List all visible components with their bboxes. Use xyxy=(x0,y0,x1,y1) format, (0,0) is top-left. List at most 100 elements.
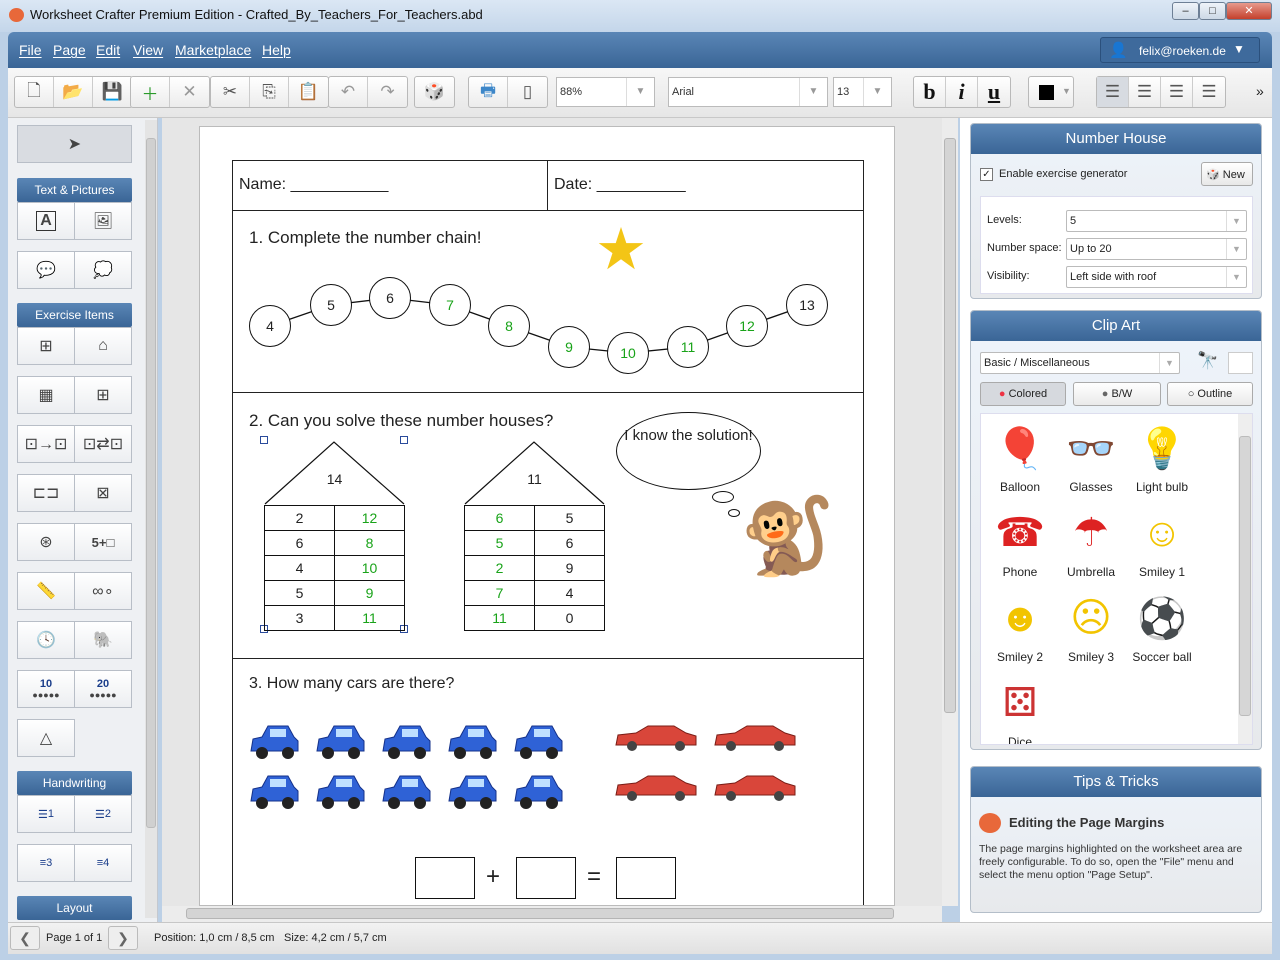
blue-car-clipart[interactable] xyxy=(380,773,431,809)
house-cell[interactable]: 5 xyxy=(464,530,535,556)
arrow-chain-2-icon[interactable]: ⊡⇄⊡ xyxy=(74,425,132,463)
mode-outline-button[interactable]: ○ Outline xyxy=(1167,382,1253,406)
blue-car-clipart[interactable] xyxy=(314,773,365,809)
dice-icon[interactable]: 🎲 xyxy=(415,77,454,107)
open-folder-icon[interactable]: 📂 xyxy=(54,77,93,107)
levels-select[interactable]: 5 ▼ xyxy=(1066,210,1247,232)
answer-box[interactable] xyxy=(415,857,475,899)
toolbar-overflow-button[interactable]: » xyxy=(1256,83,1264,99)
close-button[interactable]: ✕ xyxy=(1226,2,1272,20)
chain-circle[interactable]: 4 xyxy=(249,305,291,347)
house-cell[interactable]: 2 xyxy=(464,555,535,581)
chain-circle[interactable]: 6 xyxy=(369,277,411,319)
chevron-down-icon[interactable]: ▼ xyxy=(1233,42,1245,56)
house-cell[interactable]: 8 xyxy=(334,530,405,556)
enable-generator-checkbox[interactable]: ✓ xyxy=(980,168,993,181)
clip-art-item[interactable]: ☹ Smiley 3 xyxy=(1056,590,1126,664)
answer-box[interactable] xyxy=(516,857,576,899)
bold-button[interactable]: b xyxy=(914,77,946,107)
red-car-clipart[interactable] xyxy=(713,773,796,803)
house-cell[interactable]: 4 xyxy=(264,555,335,581)
section-layout[interactable]: Layout xyxy=(17,896,132,920)
clip-art-item[interactable]: 💡 Light bulb xyxy=(1127,420,1197,495)
menu-page[interactable]: Page xyxy=(53,42,86,58)
lines-2-icon[interactable]: ☰ 2 xyxy=(74,795,132,833)
calc-grid-2-icon[interactable]: ⊠ xyxy=(74,474,132,512)
blue-car-clipart[interactable] xyxy=(248,773,299,809)
chain-circle[interactable]: 9 xyxy=(548,326,590,368)
table-icon[interactable]: ⊞ xyxy=(74,376,132,414)
image-tool-icon[interactable]: 🖼 xyxy=(74,202,132,240)
clip-art-item[interactable]: ☺ Smiley 1 xyxy=(1127,505,1197,580)
chain-circle[interactable]: 7 xyxy=(429,284,471,326)
font-size-select[interactable]: 13 ▼ xyxy=(833,77,892,107)
clip-art-item[interactable]: ☎ Phone xyxy=(985,505,1055,579)
number-house[interactable]: 11 6 5 5 6 2 9 7 4 11 0 xyxy=(464,441,605,631)
chain-circle[interactable]: 5 xyxy=(310,284,352,326)
cut-icon[interactable]: ✂ xyxy=(211,77,250,107)
zoom-select[interactable]: 88% ▼ xyxy=(556,77,655,107)
page-setup-icon[interactable]: ▯ xyxy=(508,77,547,107)
equation-icon[interactable]: 5+□ xyxy=(74,523,132,561)
mode-bw-button[interactable]: ● B/W xyxy=(1073,382,1161,406)
ruler-icon[interactable]: 📏 xyxy=(17,572,75,610)
answer-box[interactable] xyxy=(616,857,676,899)
align-center-icon[interactable]: ☰ xyxy=(1129,77,1161,107)
arrow-chain-icon[interactable]: ⊡→⊡ xyxy=(17,425,75,463)
section-handwriting[interactable]: Handwriting xyxy=(17,771,132,795)
clip-art-category-select[interactable]: Basic / Miscellaneous ▼ xyxy=(980,352,1180,374)
blue-car-clipart[interactable] xyxy=(512,723,563,759)
house-cell[interactable]: 11 xyxy=(464,605,535,631)
red-car-clipart[interactable] xyxy=(614,723,697,753)
red-car-clipart[interactable] xyxy=(713,723,796,753)
section-text-pictures[interactable]: Text & Pictures xyxy=(17,178,132,202)
house-cell[interactable]: 11 xyxy=(334,605,405,631)
text-color-button[interactable]: ▼ xyxy=(1028,76,1074,108)
clip-art-item[interactable]: 👓 Glasses xyxy=(1056,420,1126,495)
clip-art-item[interactable]: ☻ Smiley 2 xyxy=(985,590,1055,665)
chain-circle[interactable]: 10 xyxy=(607,332,649,374)
house-cell[interactable]: 6 xyxy=(264,530,335,556)
align-left-icon[interactable]: ☰ xyxy=(1097,77,1129,107)
visibility-select[interactable]: Left side with roof ▼ xyxy=(1066,266,1247,288)
copy-icon[interactable]: ⎘ xyxy=(250,77,289,107)
binoculars-icon[interactable]: 🔭 xyxy=(1197,351,1218,371)
menu-file[interactable]: File xyxy=(19,42,42,58)
number-chain-icon[interactable]: ∞∘ xyxy=(74,572,132,610)
blue-car-clipart[interactable] xyxy=(446,723,497,759)
save-icon[interactable]: 💾 xyxy=(93,77,132,107)
house-cell[interactable]: 5 xyxy=(534,505,605,531)
italic-button[interactable]: i xyxy=(946,77,978,107)
clip-art-search-input[interactable] xyxy=(1228,352,1253,374)
font-select[interactable]: Arial ▼ xyxy=(668,77,828,107)
pyramid-icon[interactable]: ⊞ xyxy=(17,327,75,365)
clip-art-item[interactable]: ☂ Umbrella xyxy=(1056,505,1126,579)
add-page-icon[interactable]: ＋ xyxy=(131,77,170,107)
print-icon[interactable]: 🖶 xyxy=(469,77,508,107)
house-cell[interactable]: 9 xyxy=(534,555,605,581)
thought-bubble-icon[interactable]: 💭 xyxy=(74,251,132,289)
delete-page-icon[interactable]: ✕ xyxy=(170,77,209,107)
text-tool-icon[interactable]: A xyxy=(17,202,75,240)
geometry-icon[interactable]: △ xyxy=(17,719,75,757)
minimize-button[interactable]: – xyxy=(1172,2,1199,20)
house-cell[interactable]: 2 xyxy=(264,505,335,531)
left-scrollbar[interactable] xyxy=(145,120,157,918)
blue-car-clipart[interactable] xyxy=(512,773,563,809)
clip-art-item[interactable]: ⚄ Dice xyxy=(985,675,1055,744)
blue-car-clipart[interactable] xyxy=(248,723,299,759)
next-page-button[interactable]: ❯ xyxy=(108,926,138,950)
prev-page-button[interactable]: ❮ xyxy=(10,926,40,950)
hundred-grid-icon[interactable]: ▦ xyxy=(17,376,75,414)
lines-4-icon[interactable]: ≡ 4 xyxy=(74,844,132,882)
lines-1-icon[interactable]: ☰ 1 xyxy=(17,795,75,833)
speech-bubble-icon[interactable]: 💬 xyxy=(17,251,75,289)
menu-help[interactable]: Help xyxy=(262,42,291,58)
vertical-scrollbar[interactable] xyxy=(942,118,958,906)
user-account-button[interactable]: 👤 felix@roeken.de ▼ xyxy=(1100,37,1260,63)
house-cell[interactable]: 0 xyxy=(534,605,605,631)
menu-view[interactable]: View xyxy=(133,42,163,58)
blue-car-clipart[interactable] xyxy=(446,773,497,809)
wheel-icon[interactable]: ⊛ xyxy=(17,523,75,561)
align-right-icon[interactable]: ☰ xyxy=(1161,77,1193,107)
